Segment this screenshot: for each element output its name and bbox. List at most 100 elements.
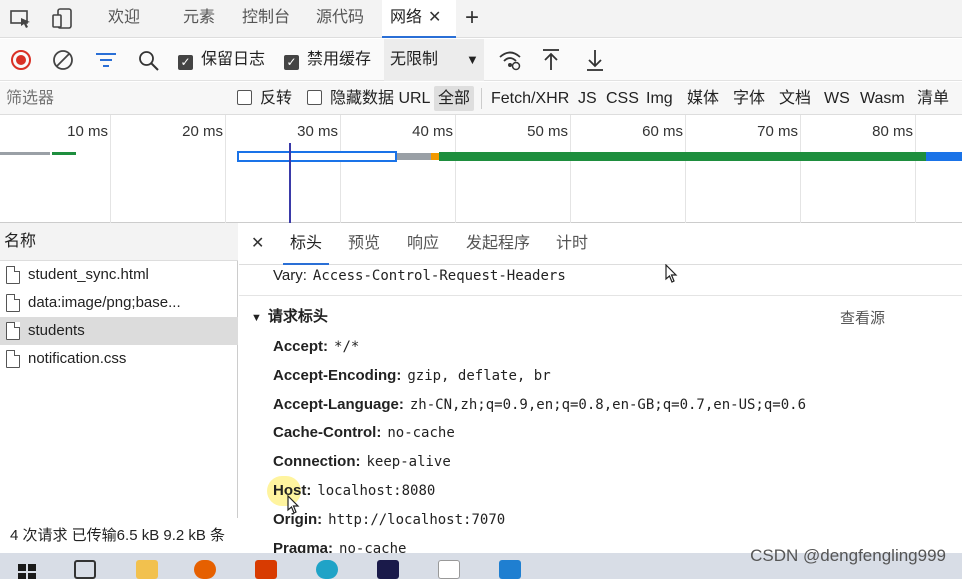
filter-input[interactable] [2,85,220,112]
type-filter-css[interactable]: CSS [606,82,639,115]
request-header-row: Accept-Encoding: gzip, deflate, br [273,367,551,384]
request-row[interactable]: data:image/png;base... [0,289,238,317]
header-value: http://localhost:7070 [328,512,506,528]
inspect-element-icon[interactable] [10,9,32,29]
tab-timing[interactable]: 计时 [556,223,588,265]
view-source-link[interactable]: 查看源 [840,307,885,328]
chevron-down-icon: ▼ [466,52,479,67]
type-filter-fetch-xhr[interactable]: Fetch/XHR [491,82,569,115]
timeline-overview[interactable]: 10 ms 20 ms 30 ms 40 ms 50 ms 60 ms 70 m… [0,115,962,223]
timeline-tick: 20 ms [182,123,223,140]
grid-line [800,115,801,223]
network-conditions-icon[interactable] [498,49,522,76]
type-filter-wasm[interactable]: Wasm [860,82,905,115]
type-filter-ws[interactable]: WS [824,82,850,115]
tab-response[interactable]: 响应 [407,223,439,265]
clear-icon[interactable] [52,49,74,76]
close-tab-icon[interactable]: ✕ [428,9,441,26]
tab-console[interactable]: 控制台 [242,0,290,38]
close-details-icon[interactable]: ✕ [251,223,264,265]
type-filter-doc[interactable]: 文档 [779,82,811,115]
file-explorer-icon[interactable] [136,560,158,579]
tab-welcome[interactable]: 欢迎 [108,0,140,38]
timeline-bar-queue [397,153,431,160]
grid-line [685,115,686,223]
section-divider [239,295,962,296]
grid-line [225,115,226,223]
invert-checkbox[interactable]: 反转 [237,82,292,115]
throttle-value: 无限制 [390,51,439,68]
timeline-bar-waiting [237,151,397,162]
timeline-tick: 30 ms [297,123,338,140]
preserve-log-label: 保留日志 [201,51,266,68]
header-value: */* [334,339,360,355]
type-filter-font[interactable]: 字体 [733,82,765,115]
typora-icon[interactable] [438,560,460,579]
fetch-file-icon [6,322,20,340]
tab-sources[interactable]: 源代码 [316,0,364,38]
header-key: Accept-Language: [273,396,404,413]
request-header-row: Connection: keep-alive [273,453,451,470]
export-har-icon[interactable] [585,48,605,77]
details-tab-bar: ✕ 标头 预览 响应 发起程序 计时 [239,223,962,265]
mouse-pointer-icon [287,494,301,520]
disable-cache-checkbox[interactable]: ✓ 禁用缓存 [284,39,371,81]
tab-initiator[interactable]: 发起程序 [466,223,530,265]
request-name: notification.css [28,350,127,367]
hide-data-url-checkbox[interactable]: 隐藏数据 URL [307,82,430,115]
search-icon[interactable] [138,50,160,77]
filter-icon[interactable] [95,51,117,74]
network-summary: 4 次请求 已传输6.5 kB 9.2 kB 条 [0,518,238,553]
task-view-icon[interactable] [74,560,96,579]
tab-preview[interactable]: 预览 [348,223,380,265]
timeline-bar-download [439,152,926,161]
checkbox-unchecked-icon [237,90,252,105]
preserve-log-checkbox[interactable]: ✓ 保留日志 [178,39,265,81]
header-value: zh-CN,zh;q=0.9,en;q=0.8,en-GB;q=0.7,en-U… [409,397,807,413]
image-file-icon [6,294,20,312]
expand-triangle-icon: ▼ [251,312,262,324]
firefox-icon[interactable] [194,560,216,579]
request-row[interactable]: notification.css [0,345,238,373]
header-value: Access-Control-Request-Headers [312,268,566,284]
header-value: no-cache [387,425,455,441]
record-icon[interactable] [10,49,32,76]
type-filter-manifest[interactable]: 清单 [917,82,949,115]
grid-line [110,115,111,223]
tab-network[interactable]: 网络 ✕ [382,0,456,38]
response-header-row: Vary: Access-Control-Request-Headers [273,267,566,284]
import-har-icon[interactable] [541,48,561,77]
stylesheet-file-icon [6,350,20,368]
office-icon[interactable] [255,560,277,579]
timeline-marker [289,143,291,223]
request-row-selected[interactable]: students [0,317,238,345]
device-toolbar-icon[interactable] [52,8,74,30]
checkbox-unchecked-icon [307,90,322,105]
document-file-icon [6,266,20,284]
type-filter-all[interactable]: 全部 [434,86,475,111]
checkbox-checked-icon: ✓ [284,55,299,70]
vscode-icon[interactable] [499,560,521,579]
name-column-header[interactable]: 名称 [0,223,238,261]
mouse-pointer-icon [665,263,679,289]
throttle-select[interactable]: 无限制 ▼ [384,39,484,81]
type-filter-img[interactable]: Img [646,82,673,115]
request-row[interactable]: student_sync.html [0,261,238,289]
type-filter-media[interactable]: 媒体 [687,82,719,115]
request-headers-section[interactable]: ▼ 请求标头 [251,305,328,326]
timeline-bar [52,152,76,155]
add-tab-icon[interactable]: + [465,0,479,38]
header-value: keep-alive [366,454,451,470]
header-value: localhost:8080 [317,483,436,499]
tab-headers[interactable]: 标头 [283,223,330,265]
edge-icon[interactable] [316,560,338,579]
request-name: data:image/png;base... [28,294,181,311]
intellij-icon[interactable] [377,560,399,579]
request-header-row: Cache-Control: no-cache [273,424,455,441]
header-key: Accept-Encoding: [273,367,402,384]
windows-start-icon[interactable] [16,560,38,579]
section-title: 请求标头 [267,308,328,325]
tab-elements[interactable]: 元素 [183,0,215,38]
grid-line [915,115,916,223]
type-filter-js[interactable]: JS [578,82,597,115]
